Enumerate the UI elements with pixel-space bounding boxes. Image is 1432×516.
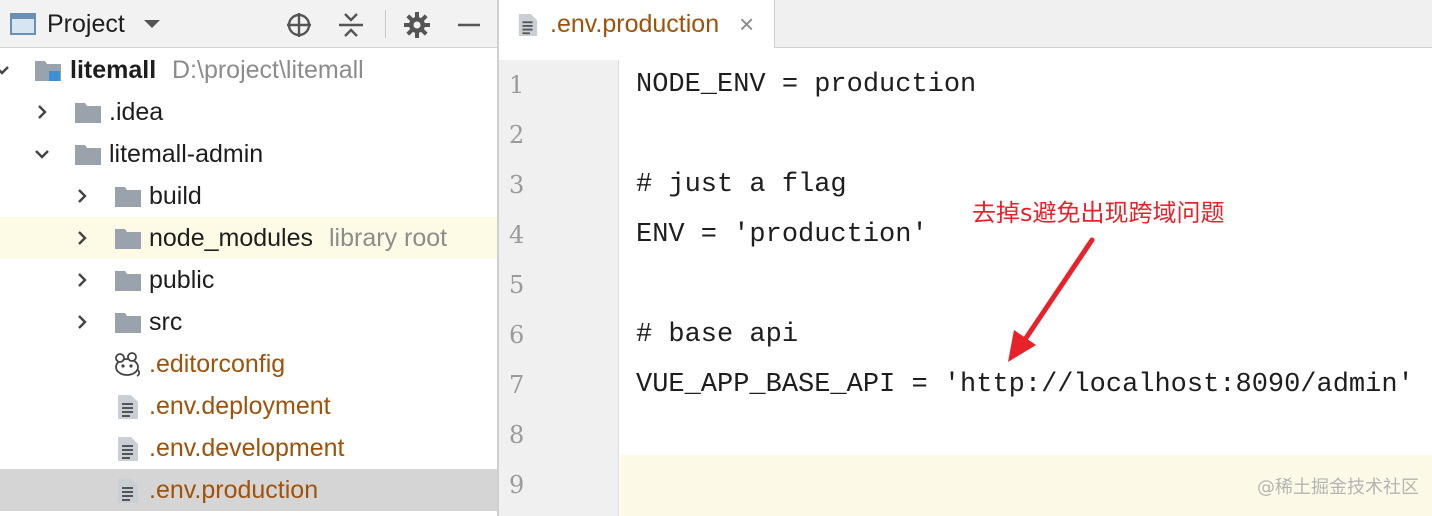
project-header: Project [0,0,497,48]
line-number: 4 [509,221,525,249]
tree-row-build[interactable]: build [0,175,497,217]
code-line[interactable]: VUE_APP_BASE_API = 'http://localhost:809… [636,360,1414,410]
tree-label: .editorconfig [149,350,286,378]
project-title[interactable]: Project [47,8,125,40]
text-file-icon [116,436,144,461]
chevron-right-icon[interactable] [74,188,90,204]
chevron-right-icon[interactable] [74,230,90,246]
chevron-down-icon[interactable] [0,62,10,78]
tree-label: src [149,308,183,336]
folder-icon [114,310,142,334]
tree-label: node_modules [149,224,314,252]
tree-row-env-production[interactable]: .env.production [0,469,497,511]
tree-label: .idea [109,98,164,126]
tree-label: .env.production [149,476,319,504]
code-line[interactable]: # just a flag [636,160,847,210]
code-line[interactable]: # base api [636,310,798,360]
folder-icon [114,226,142,250]
tree-row-env-development[interactable]: .env.development [0,427,497,469]
folder-icon [114,268,142,292]
tab-label: .env.production [550,10,720,38]
annotation-text: 去掉s避免出现跨域问题 [972,199,1225,227]
code-line[interactable]: ENV = 'production' [636,210,928,260]
text-file-icon [116,394,144,419]
line-number: 9 [509,471,525,499]
tree-row-idea[interactable]: .idea [0,91,497,133]
line-number: 2 [509,121,525,149]
tree-label: .env.deployment [149,392,331,420]
folder-icon [114,184,142,208]
line-number: 8 [509,421,525,449]
editorconfig-mouse-icon [112,352,141,377]
chevron-down-icon[interactable] [142,14,162,39]
tree-row-editorconfig[interactable]: .editorconfig [0,343,497,385]
chevron-right-icon[interactable] [34,104,50,120]
tree-row-env-deployment[interactable]: .env.deployment [0,385,497,427]
library-root-hint: library root [329,224,448,252]
tree-label: litemall [70,56,157,84]
tree-row-node-modules[interactable]: node_modules library root [0,217,497,259]
text-file-icon [116,478,144,503]
watermark: @稀土掘金技术社区 [1257,477,1419,498]
tree-label: public [149,266,215,294]
locate-icon[interactable] [286,12,312,37]
chevron-down-icon[interactable] [34,146,50,162]
chevron-right-icon[interactable] [74,314,90,330]
code-line[interactable]: NODE_ENV = production [636,60,976,110]
tree-path-hint: D:\project\litemall [172,56,364,84]
text-file-icon [517,12,539,38]
line-number: 6 [509,321,525,349]
editor: .env.production × 1 2 3 4 5 6 7 8 9 NODE… [499,0,1432,516]
tab-env-production[interactable]: .env.production × [499,0,775,48]
header-separator [385,10,386,38]
line-number: 5 [509,271,525,299]
close-icon[interactable]: × [739,8,754,40]
line-number-gutter: 1 2 3 4 5 6 7 8 9 [499,60,619,516]
project-view-icon [10,12,36,36]
chevron-right-icon[interactable] [74,272,90,288]
minimize-icon[interactable] [456,12,482,36]
folder-icon [74,142,102,166]
collapse-all-icon[interactable] [338,12,364,37]
line-number: 1 [509,71,525,99]
tree-row-public[interactable]: public [0,259,497,301]
tree-row-src[interactable]: src [0,301,497,343]
line-number: 3 [509,171,525,199]
editor-tab-bar: .env.production × [499,0,1432,48]
line-number: 7 [509,371,525,399]
folder-icon [74,100,102,124]
tree-label: build [149,182,202,210]
tree-row-litemall[interactable]: litemall D:\project\litemall [0,49,497,91]
tree-label: litemall-admin [109,140,264,168]
tree-label: .env.development [149,434,345,462]
module-folder-icon [34,58,62,82]
project-panel: Project litemall D:\project\litemall .id… [0,0,497,516]
tree-row-litemall-admin[interactable]: litemall-admin [0,133,497,175]
gear-icon[interactable] [404,12,430,38]
